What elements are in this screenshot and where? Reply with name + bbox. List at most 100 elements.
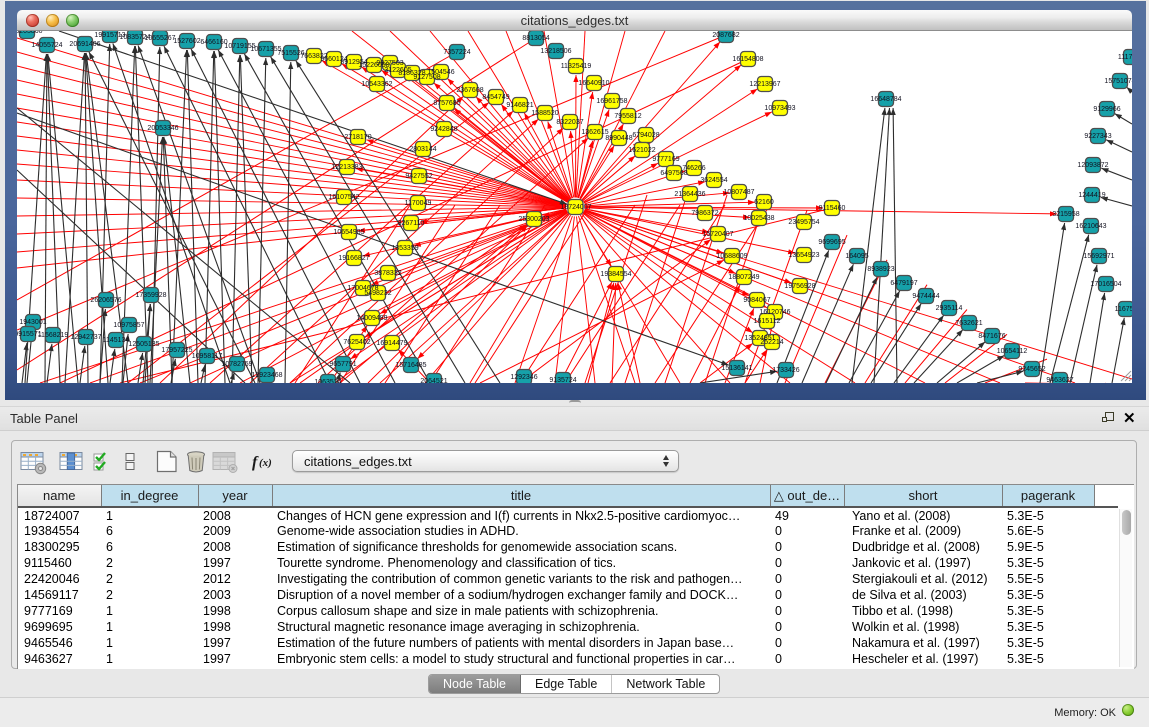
svg-text:7955812: 7955812	[614, 113, 641, 120]
svg-text:16154808: 16154808	[732, 56, 763, 63]
svg-text:9129966: 9129966	[1093, 106, 1120, 113]
svg-text:13218506: 13218506	[540, 48, 571, 55]
svg-text:1063524: 1063524	[314, 379, 341, 383]
svg-text:9474444: 9474444	[912, 293, 939, 300]
svg-text:164095: 164095	[845, 253, 868, 260]
svg-text:1353359: 1353359	[391, 245, 418, 252]
svg-text:16914479: 16914479	[376, 340, 407, 347]
svg-text:3267110: 3267110	[398, 220, 425, 227]
svg-text:18724007: 18724007	[560, 204, 591, 211]
svg-text:1588520: 1588520	[531, 110, 558, 117]
svg-text:7632621: 7632621	[955, 320, 982, 327]
svg-text:9146821: 9146821	[506, 102, 533, 109]
svg-text:15751074: 15751074	[1104, 78, 1132, 85]
svg-text:2064521: 2064521	[420, 378, 447, 383]
svg-text:1117324: 1117324	[1118, 54, 1132, 61]
svg-text:2718170: 2718170	[344, 134, 371, 141]
svg-text:9827503: 9827503	[376, 60, 403, 67]
svg-text:f: f	[252, 454, 259, 471]
svg-text:16107542: 16107542	[328, 194, 359, 201]
svg-text:25300203: 25300203	[518, 216, 549, 223]
svg-text:9657791: 9657791	[329, 361, 356, 368]
svg-text:1943001: 1943001	[19, 319, 46, 326]
svg-text:10975857: 10975857	[113, 322, 144, 329]
svg-text:8471676: 8471676	[978, 333, 1005, 340]
svg-text:6479197: 6479197	[890, 280, 917, 287]
svg-text:15136141: 15136141	[721, 365, 752, 372]
svg-text:1615112: 1615112	[754, 318, 781, 325]
svg-text:10688609: 10688609	[716, 253, 747, 260]
svg-text:9084067: 9084067	[743, 297, 770, 304]
svg-text:1621022: 1621022	[628, 147, 655, 154]
svg-text:12213383: 12213383	[331, 164, 362, 171]
svg-text:3215958: 3215958	[1052, 211, 1079, 218]
svg-text:2367608: 2367608	[456, 87, 483, 94]
svg-text:8322037: 8322037	[556, 119, 583, 126]
svg-text:12093872: 12093872	[1077, 162, 1108, 169]
svg-text:16120746: 16120746	[759, 309, 790, 316]
svg-text:7986372: 7986372	[691, 210, 718, 217]
svg-text:9699695: 9699695	[818, 239, 845, 246]
svg-text:17359928: 17359928	[135, 292, 166, 299]
svg-text:10973493: 10973493	[764, 105, 795, 112]
svg-text:9245652: 9245652	[1018, 366, 1045, 373]
svg-text:18807249: 18807249	[728, 274, 759, 281]
svg-text:26206576: 26206576	[90, 297, 121, 304]
svg-text:14009489: 14009489	[356, 315, 387, 322]
svg-text:9463627: 9463627	[1046, 377, 1073, 383]
svg-text:8757685: 8757685	[433, 100, 460, 107]
svg-text:14055724: 14055724	[31, 42, 62, 49]
svg-text:20691406: 20691406	[69, 41, 100, 48]
svg-text:1145134: 1145134	[103, 337, 130, 344]
svg-text:15720407: 15720407	[702, 231, 733, 238]
svg-text:116753: 116753	[1115, 306, 1132, 313]
svg-text:11568219: 11568219	[38, 332, 69, 339]
svg-text:6794028: 6794028	[632, 132, 659, 139]
svg-text:16640910: 16640910	[578, 80, 609, 87]
svg-text:10782759: 10782759	[221, 361, 252, 368]
svg-text:1527602: 1527602	[173, 38, 200, 45]
svg-text:16961758: 16961758	[596, 98, 627, 105]
svg-text:3878332: 3878332	[374, 270, 401, 277]
svg-text:10025438: 10025438	[743, 215, 774, 222]
svg-text:8990448: 8990448	[605, 135, 632, 142]
svg-text:7357224: 7357224	[443, 49, 470, 56]
svg-text:16648784: 16648784	[870, 96, 901, 103]
svg-text:10655267: 10655267	[144, 35, 175, 42]
svg-text:1504546: 1504546	[427, 69, 454, 76]
svg-text:7625402: 7625402	[343, 339, 370, 346]
svg-text:20053346: 20053346	[147, 125, 178, 132]
svg-text:13654923: 13654923	[788, 252, 819, 259]
svg-text:1733426: 1733426	[772, 367, 799, 374]
svg-text:5498232: 5498232	[364, 290, 391, 297]
svg-text:11325419: 11325419	[561, 63, 592, 70]
svg-text:10654112: 10654112	[997, 348, 1028, 355]
svg-text:19384554: 19384554	[600, 271, 631, 278]
svg-text:(x): (x)	[259, 457, 272, 469]
svg-text:12505135: 12505135	[128, 341, 159, 348]
svg-text:6497568: 6497568	[660, 170, 687, 177]
svg-text:9227343: 9227343	[1084, 133, 1111, 140]
svg-text:10958117: 10958117	[192, 353, 223, 360]
svg-text:10654985: 10654985	[333, 229, 364, 236]
svg-text:12942737: 12942737	[70, 334, 101, 341]
svg-text:252214: 252214	[760, 339, 783, 346]
svg-text:12923468: 12923468	[251, 372, 282, 379]
svg-text:10807487: 10807487	[723, 189, 754, 196]
svg-text:8813054: 8813054	[522, 35, 549, 42]
svg-text:9135724: 9135724	[549, 377, 576, 383]
svg-text:15716485: 15716485	[395, 362, 426, 369]
svg-text:10543362: 10543362	[361, 81, 392, 88]
svg-text:19756928: 19756928	[784, 283, 815, 290]
svg-text:15692971: 15692971	[1083, 253, 1114, 260]
svg-text:9242848: 9242848	[430, 126, 457, 133]
svg-text:16203860: 16203860	[17, 31, 43, 35]
svg-text:16210643: 16210643	[1075, 223, 1106, 230]
svg-text:2087682: 2087682	[712, 32, 739, 39]
svg-text:17016504: 17016504	[1090, 281, 1121, 288]
svg-text:9777169: 9777169	[652, 156, 679, 163]
svg-text:2803144: 2803144	[409, 146, 436, 153]
svg-text:9427552: 9427552	[405, 173, 432, 180]
svg-text:19166827: 19166827	[338, 255, 369, 262]
svg-text:2935114: 2935114	[936, 305, 963, 312]
